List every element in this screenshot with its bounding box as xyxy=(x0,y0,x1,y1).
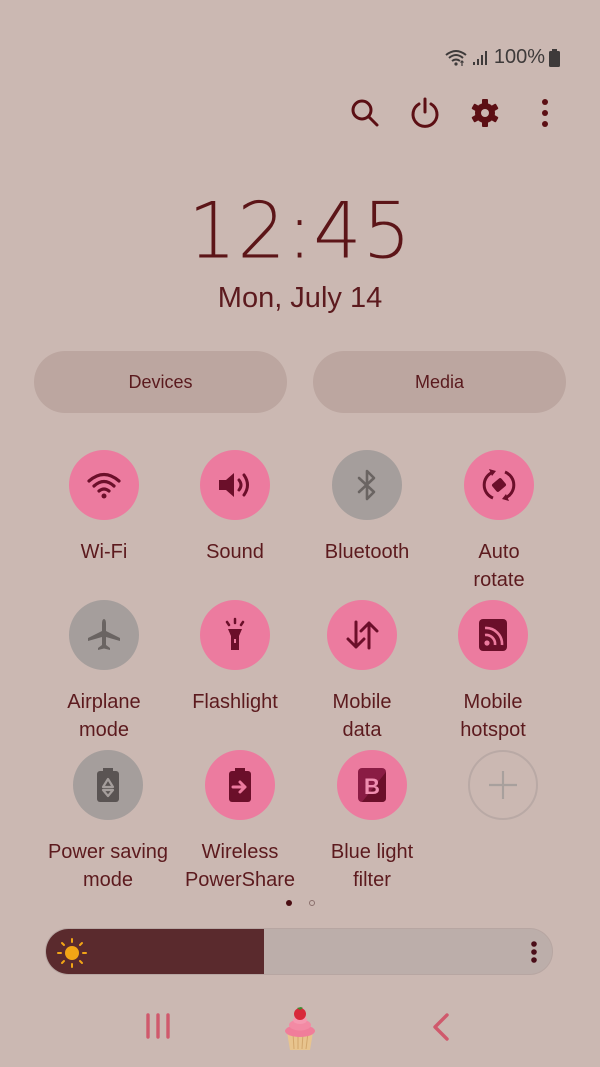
tile-auto-rotate-toggle[interactable] xyxy=(464,450,534,520)
tile-label: Mobile data xyxy=(332,691,392,741)
tile-wifi[interactable]: Wi-Fi xyxy=(34,450,174,566)
tile-mobile-data[interactable]: Mobile data xyxy=(292,600,432,744)
add-tile-button[interactable] xyxy=(468,750,538,820)
svg-text:B: B xyxy=(364,774,380,799)
tile-mobile-hotspot[interactable]: Mobile hotspot xyxy=(423,600,563,744)
blue-light-icon: B xyxy=(358,768,386,802)
search-button[interactable] xyxy=(346,92,384,134)
tile-wifi-toggle[interactable] xyxy=(69,450,139,520)
gear-icon xyxy=(471,99,499,127)
power-icon xyxy=(411,97,439,128)
auto-rotate-icon xyxy=(482,469,516,501)
tile-label: Sound xyxy=(206,541,264,563)
tile-label: Flashlight xyxy=(192,691,278,713)
clock-time[interactable]: 12:45 xyxy=(0,185,600,276)
tile-airplane-toggle[interactable] xyxy=(69,600,139,670)
flashlight-icon xyxy=(225,617,245,650)
tile-add[interactable] xyxy=(433,750,573,820)
tile-label: Wi-Fi xyxy=(80,541,128,563)
tile-flashlight[interactable]: Flashlight xyxy=(165,600,305,716)
battery-icon xyxy=(549,48,560,67)
clock-date[interactable]: Mon, July 14 xyxy=(0,282,600,315)
tile-label: Auto rotate xyxy=(473,541,525,591)
page-dot-1[interactable] xyxy=(285,900,292,906)
sun-icon xyxy=(56,937,88,974)
tile-airplane-mode[interactable]: Airplane mode xyxy=(34,600,174,744)
tile-hotspot-toggle[interactable] xyxy=(458,600,528,670)
tile-wireless-powershare[interactable]: Wireless PowerShare xyxy=(170,750,310,894)
devices-media-row: Devices Media xyxy=(34,351,566,413)
tile-sound[interactable]: Sound xyxy=(165,450,305,566)
more-vertical-icon xyxy=(542,99,548,127)
plus-icon xyxy=(489,771,517,799)
tile-sound-toggle[interactable] xyxy=(200,450,270,520)
tile-label: Mobile hotspot xyxy=(460,691,526,741)
tile-power-saving[interactable]: Power saving mode xyxy=(38,750,178,894)
tile-label: Airplane mode xyxy=(67,691,141,741)
tile-label: Power saving mode xyxy=(47,841,169,891)
status-bar: 100% xyxy=(444,46,560,69)
tile-blue-light-filter[interactable]: B Blue light filter xyxy=(302,750,442,894)
more-vertical-icon xyxy=(531,941,537,963)
wifi-icon xyxy=(444,49,468,67)
page-dot-2[interactable] xyxy=(308,900,315,906)
tile-mobile-data-toggle[interactable] xyxy=(327,600,397,670)
navigation-bar xyxy=(0,1000,600,1060)
tile-label: Blue light filter xyxy=(330,841,414,891)
hotspot-icon xyxy=(479,619,507,651)
page-indicator xyxy=(0,900,600,906)
tile-bluetooth-toggle[interactable] xyxy=(332,450,402,520)
cupcake-home-icon xyxy=(285,1007,315,1050)
bluetooth-icon xyxy=(357,469,376,501)
tile-bluetooth[interactable]: Bluetooth xyxy=(297,450,437,566)
home-button[interactable] xyxy=(281,1004,319,1057)
brightness-slider[interactable] xyxy=(45,928,553,975)
wifi-icon xyxy=(87,472,121,499)
signal-icon xyxy=(472,50,490,66)
more-options-button[interactable] xyxy=(526,92,564,134)
tile-flashlight-toggle[interactable] xyxy=(200,600,270,670)
top-actions xyxy=(346,92,564,134)
battery-text: 100% xyxy=(493,46,545,68)
power-saving-icon xyxy=(97,768,119,802)
settings-button[interactable] xyxy=(466,92,504,134)
tile-auto-rotate[interactable]: Auto rotate xyxy=(429,450,569,594)
brightness-more-button[interactable] xyxy=(530,940,538,969)
power-button[interactable] xyxy=(406,92,444,134)
devices-button[interactable]: Devices xyxy=(34,351,287,413)
tile-label: Wireless PowerShare xyxy=(184,841,296,891)
media-button[interactable]: Media xyxy=(313,351,566,413)
back-icon xyxy=(433,1013,449,1041)
airplane-icon xyxy=(88,619,120,650)
tile-blue-light-toggle[interactable]: B xyxy=(337,750,407,820)
tile-label: Bluetooth xyxy=(324,541,410,563)
tile-power-saving-toggle[interactable] xyxy=(73,750,143,820)
recents-button[interactable] xyxy=(143,1012,173,1045)
powershare-icon xyxy=(229,768,251,802)
sound-icon xyxy=(219,473,249,497)
recents-icon xyxy=(146,1013,170,1039)
mobile-data-icon xyxy=(346,620,379,650)
back-button[interactable] xyxy=(430,1012,452,1047)
search-icon xyxy=(351,99,379,127)
tile-powershare-toggle[interactable] xyxy=(205,750,275,820)
